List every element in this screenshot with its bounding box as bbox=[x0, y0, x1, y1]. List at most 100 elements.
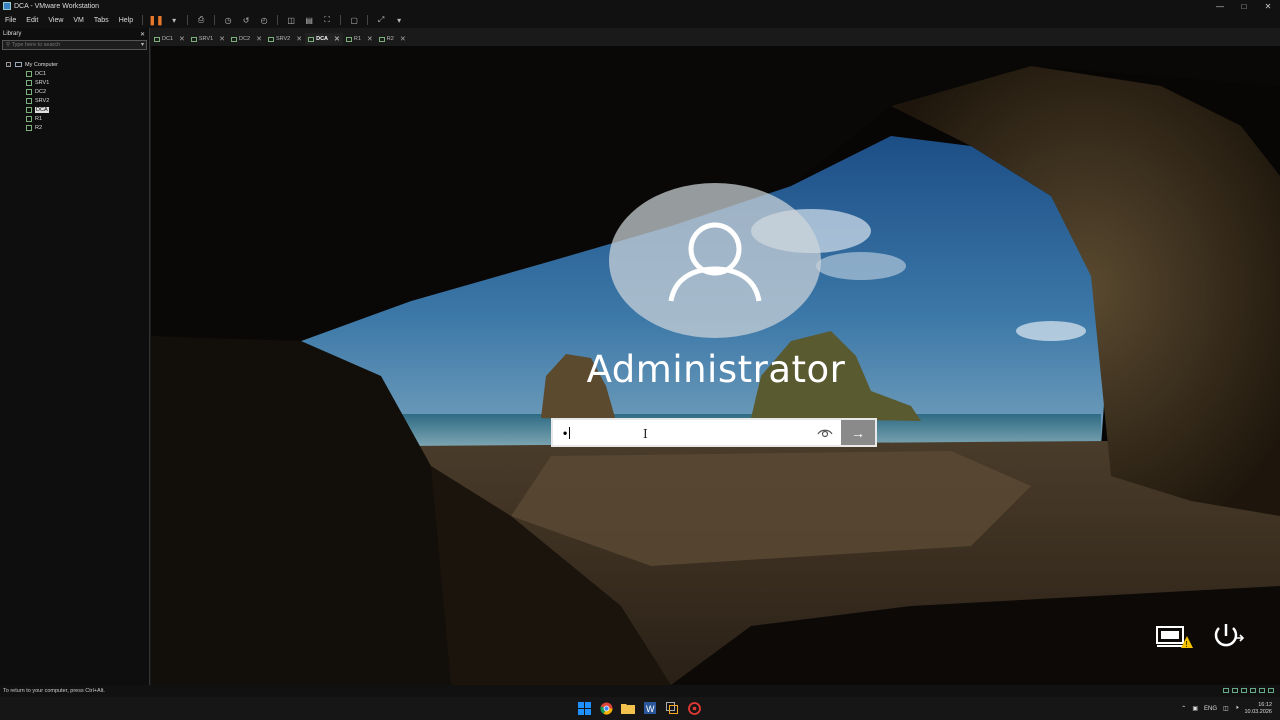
send-ctrl-alt-del-icon[interactable]: ⎙ bbox=[195, 14, 207, 26]
vm-icon bbox=[26, 88, 32, 95]
password-mask: • bbox=[563, 425, 569, 440]
menu-help[interactable]: Help bbox=[114, 17, 138, 24]
vm-tab-icon bbox=[308, 36, 315, 42]
tray-chevron-icon[interactable]: ⌃ bbox=[1181, 705, 1186, 712]
tab-label: DC2 bbox=[239, 36, 251, 42]
system-tray: ⌃ ▣ ENG ◫ 🕨 16:12 10.03.2026 bbox=[1181, 697, 1272, 720]
tree-root-my-computer[interactable]: - My Computer bbox=[0, 60, 149, 69]
close-tab-icon[interactable]: ✕ bbox=[219, 35, 225, 43]
close-tab-icon[interactable]: ✕ bbox=[256, 35, 262, 43]
vmware-app-icon bbox=[3, 2, 11, 10]
library-panel: Library ✕ ⚲ Type here to search ▾ - My C… bbox=[0, 28, 150, 685]
close-tab-icon[interactable]: ✕ bbox=[179, 35, 185, 43]
tree-root-label: My Computer bbox=[25, 61, 59, 68]
thumbnail-bar-icon[interactable]: ▤ bbox=[303, 14, 315, 26]
library-header: Library ✕ bbox=[0, 28, 149, 40]
tab-dca[interactable]: DCA ✕ bbox=[305, 33, 343, 45]
network-warning-icon[interactable]: ! bbox=[1155, 624, 1193, 650]
tree-item-dca[interactable]: DCA bbox=[0, 105, 149, 114]
tree-item-srv1[interactable]: SRV1 bbox=[0, 78, 149, 87]
cdrom-icon[interactable] bbox=[1232, 688, 1238, 693]
full-screen-icon[interactable]: ⛶ bbox=[321, 14, 333, 26]
title-bar: DCA - VMware Workstation — □ ✕ bbox=[0, 0, 1280, 12]
tray-monitor-icon[interactable]: ◫ bbox=[1223, 705, 1229, 712]
close-tab-icon[interactable]: ✕ bbox=[296, 35, 302, 43]
pause-vm-icon[interactable]: ❚❚ bbox=[149, 14, 164, 26]
snapshot-icon[interactable]: ◷ bbox=[222, 14, 234, 26]
menu-bar: File Edit View VM Tabs Help ❚❚ ▾ ⎙ ◷ ↺ ◴… bbox=[0, 12, 1280, 28]
password-reveal-icon[interactable] bbox=[817, 426, 833, 440]
windows-start-icon[interactable] bbox=[576, 700, 592, 716]
maximize-button[interactable]: □ bbox=[1232, 0, 1256, 12]
tab-dc1[interactable]: DC1 ✕ bbox=[151, 33, 188, 45]
tree-item-dc2[interactable]: DC2 bbox=[0, 87, 149, 96]
menu-tabs[interactable]: Tabs bbox=[89, 17, 114, 24]
dropdown-chevron-icon[interactable]: ▾ bbox=[168, 14, 180, 26]
library-search-input[interactable]: ⚲ Type here to search ▾ bbox=[2, 40, 147, 50]
vm-tab-icon bbox=[267, 36, 274, 42]
collapse-icon[interactable]: - bbox=[6, 62, 11, 67]
tree-item-label: R1 bbox=[35, 115, 43, 122]
tab-r1[interactable]: R1 ✕ bbox=[343, 33, 376, 45]
close-tab-icon[interactable]: ✕ bbox=[334, 35, 340, 43]
tab-r2[interactable]: R2 ✕ bbox=[376, 33, 409, 45]
status-text: To return to your computer, press Ctrl+A… bbox=[3, 688, 105, 694]
revert-snapshot-icon[interactable]: ↺ bbox=[240, 14, 252, 26]
tree-item-r1[interactable]: R1 bbox=[0, 114, 149, 123]
vm-icon bbox=[26, 106, 32, 113]
language-indicator[interactable]: ENG bbox=[1204, 706, 1217, 712]
word-icon[interactable]: W bbox=[642, 700, 658, 716]
tree-item-dc1[interactable]: DC1 bbox=[0, 69, 149, 78]
svg-text:!: ! bbox=[1186, 640, 1188, 649]
tab-dc2[interactable]: DC2 ✕ bbox=[228, 33, 265, 45]
tab-srv1[interactable]: SRV1 ✕ bbox=[188, 33, 228, 45]
vm-icon bbox=[26, 124, 32, 131]
submit-arrow-icon[interactable]: → bbox=[841, 420, 875, 445]
tree-item-srv2[interactable]: SRV2 bbox=[0, 96, 149, 105]
display-icon[interactable] bbox=[1268, 688, 1274, 693]
search-dropdown-icon[interactable]: ▾ bbox=[141, 41, 144, 48]
file-explorer-icon[interactable] bbox=[620, 700, 636, 716]
tab-label: R1 bbox=[353, 36, 361, 42]
tray-app-icon[interactable]: ▣ bbox=[1192, 705, 1198, 712]
password-input[interactable]: • I → bbox=[551, 418, 877, 447]
menu-edit[interactable]: Edit bbox=[21, 17, 43, 24]
power-icon[interactable] bbox=[1207, 622, 1245, 650]
toolbar-separator bbox=[214, 15, 216, 25]
snapshot-manager-icon[interactable]: ◴ bbox=[258, 14, 270, 26]
close-tab-icon[interactable]: ✕ bbox=[400, 35, 406, 43]
vm-tab-icon bbox=[231, 36, 238, 42]
menu-vm[interactable]: VM bbox=[68, 17, 89, 24]
menu-view[interactable]: View bbox=[43, 17, 68, 24]
status-bar: To return to your computer, press Ctrl+A… bbox=[0, 685, 1280, 697]
chrome-icon[interactable] bbox=[598, 700, 614, 716]
vmware-workstation-window: DCA - VMware Workstation — □ ✕ File Edit… bbox=[0, 0, 1280, 720]
close-button[interactable]: ✕ bbox=[1256, 0, 1280, 12]
minimize-button[interactable]: — bbox=[1208, 0, 1232, 12]
console-view-icon[interactable]: ▢ bbox=[348, 14, 360, 26]
vm-icon bbox=[26, 70, 32, 77]
dropdown-chevron-icon[interactable]: ▾ bbox=[393, 14, 405, 26]
menu-file[interactable]: File bbox=[0, 17, 21, 24]
show-library-icon[interactable]: ◫ bbox=[285, 14, 297, 26]
close-library-icon[interactable]: ✕ bbox=[140, 31, 145, 38]
tab-srv2[interactable]: SRV2 ✕ bbox=[265, 33, 305, 45]
login-username: Administrator bbox=[586, 348, 846, 391]
vm-icon bbox=[26, 97, 32, 104]
ibeam-cursor-icon: I bbox=[643, 427, 648, 441]
hdd-icon[interactable] bbox=[1223, 688, 1229, 693]
vm-console-screen[interactable]: Administrator • I → ! bbox=[151, 46, 1280, 685]
volume-icon[interactable]: 🕨 bbox=[1235, 705, 1239, 712]
toolbar-separator bbox=[367, 15, 369, 25]
clock-time: 16:12 bbox=[1258, 701, 1272, 708]
network-adapter-icon[interactable] bbox=[1241, 688, 1247, 693]
stretch-guest-icon[interactable]: ⤢ bbox=[375, 14, 387, 26]
close-tab-icon[interactable]: ✕ bbox=[367, 35, 373, 43]
usb-icon[interactable] bbox=[1250, 688, 1256, 693]
vmware-icon[interactable] bbox=[664, 700, 680, 716]
taskbar-clock[interactable]: 16:12 10.03.2026 bbox=[1244, 702, 1272, 716]
sound-icon[interactable] bbox=[1259, 688, 1265, 693]
tree-item-label: DC2 bbox=[35, 88, 47, 95]
tree-item-r2[interactable]: R2 bbox=[0, 123, 149, 132]
red-app-icon[interactable] bbox=[686, 700, 702, 716]
